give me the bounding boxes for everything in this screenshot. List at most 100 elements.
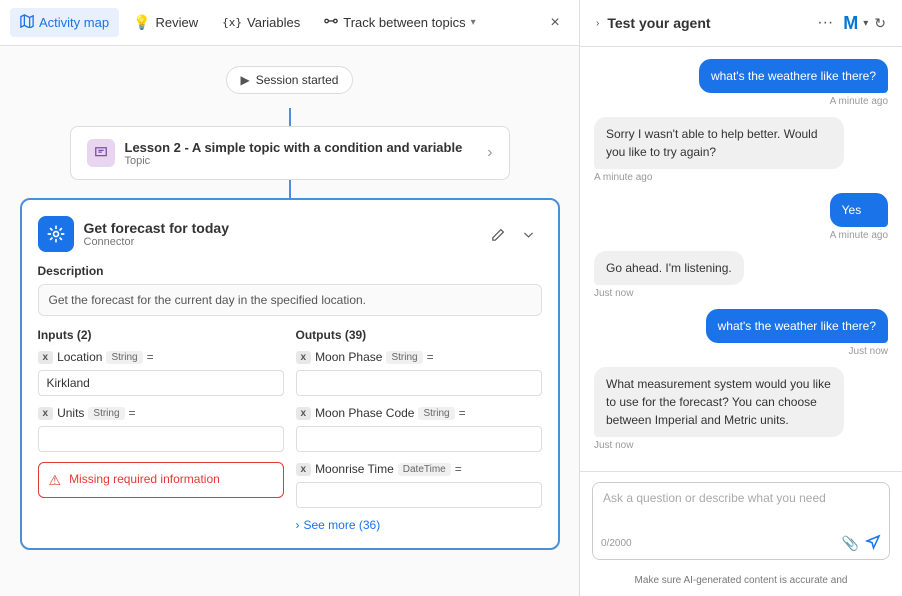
message-4-text: Go ahead. I'm listening. xyxy=(594,251,744,285)
connector-subtitle: Connector xyxy=(84,236,476,248)
description-label: Description xyxy=(38,264,542,278)
message-4-time: Just now xyxy=(594,288,744,299)
units-type: String xyxy=(88,407,124,420)
disclaimer-text: Make sure AI-generated content is accura… xyxy=(580,570,902,596)
message-1: what's the weathere like there? A minute… xyxy=(699,59,888,107)
moonrise-type: DateTime xyxy=(398,463,451,476)
brand-logo: M xyxy=(843,13,857,34)
review-icon: 💡 xyxy=(133,14,150,31)
outputs-col: Outputs (39) x Moon Phase String = x Moo… xyxy=(296,328,542,532)
connector-title-group: Get forecast for today Connector xyxy=(84,220,476,248)
flow-line-1 xyxy=(289,108,291,126)
moon-phase-code-name: Moon Phase Code xyxy=(315,406,414,420)
moon-phase-code-badge: x xyxy=(296,407,312,420)
nav-track-label: Track between topics xyxy=(343,15,465,30)
moonrise-input[interactable] xyxy=(296,482,542,508)
moon-phase-eq: = xyxy=(427,350,434,364)
left-panel: Activity map 💡 Review {x} Variables Trac… xyxy=(0,0,580,596)
more-options-button[interactable]: ··· xyxy=(813,12,837,34)
outputs-header: Outputs (39) xyxy=(296,328,542,342)
track-icon xyxy=(324,14,338,31)
connector-header: Get forecast for today Connector xyxy=(38,216,542,252)
moon-phase-type: String xyxy=(386,351,422,364)
session-started-label: Session started xyxy=(256,73,339,87)
flow-line-2 xyxy=(289,180,291,198)
param-row-location: x Location String = xyxy=(38,350,284,364)
refresh-button[interactable]: ↻ xyxy=(874,15,886,32)
topic-icon xyxy=(87,139,115,167)
topic-block[interactable]: Lesson 2 - A simple topic with a conditi… xyxy=(70,126,510,180)
message-6: What measurement system would you like t… xyxy=(594,367,844,451)
moonrise-eq: = xyxy=(455,462,462,476)
param-row-moon-phase-code: x Moon Phase Code String = xyxy=(296,406,542,420)
connector-block: Get forecast for today Connector Descrip… xyxy=(20,198,560,550)
nav-track-between-topics[interactable]: Track between topics ▾ xyxy=(314,8,485,37)
close-button[interactable]: × xyxy=(541,9,569,37)
nav-activity-map[interactable]: Activity map xyxy=(10,8,119,37)
expand-icon: › xyxy=(596,18,599,29)
message-5-time: Just now xyxy=(706,346,888,357)
nav-activity-map-label: Activity map xyxy=(39,15,109,30)
message-2: Sorry I wasn't able to help better. Woul… xyxy=(594,117,844,183)
error-box: ⚠ Missing required information xyxy=(38,462,284,498)
connector-actions xyxy=(486,221,542,247)
collapse-button[interactable] xyxy=(516,221,542,247)
description-text: Get the forecast for the current day in … xyxy=(38,284,542,316)
message-6-text: What measurement system would you like t… xyxy=(594,367,844,437)
param-row-units: x Units String = xyxy=(38,406,284,420)
brand-chevron-icon[interactable]: ▾ xyxy=(863,18,868,29)
session-started-node: ▶ Session started xyxy=(226,66,354,94)
send-button[interactable] xyxy=(865,534,881,553)
chat-input[interactable] xyxy=(593,483,889,527)
message-2-time: A minute ago xyxy=(594,172,844,183)
units-name: Units xyxy=(57,406,84,420)
message-6-time: Just now xyxy=(594,440,844,451)
chat-input-footer: 0/2000 📎 xyxy=(593,530,889,559)
see-more-label: See more (36) xyxy=(304,518,381,532)
nav-review-label: Review xyxy=(156,15,199,30)
nav-variables[interactable]: {x} Variables xyxy=(212,9,310,36)
chat-input-wrapper: 0/2000 📎 xyxy=(592,482,890,560)
chat-area: what's the weathere like there? A minute… xyxy=(580,47,902,471)
track-chevron-icon: ▾ xyxy=(471,17,476,28)
right-header-actions: ··· M ▾ ↻ xyxy=(813,12,886,34)
right-panel-header: › Test your agent ··· M ▾ ↻ xyxy=(580,0,902,47)
location-badge: x xyxy=(38,351,54,364)
moon-phase-input[interactable] xyxy=(296,370,542,396)
char-count: 0/2000 xyxy=(601,538,632,549)
moon-phase-code-eq: = xyxy=(459,406,466,420)
topic-text: Lesson 2 - A simple topic with a conditi… xyxy=(125,140,463,167)
see-more-chevron-icon: › xyxy=(296,518,300,532)
canvas-area: ▶ Session started Lesson 2 - A simple to… xyxy=(0,46,579,596)
chat-icon-group: 📎 xyxy=(842,534,881,553)
see-more-button[interactable]: › See more (36) xyxy=(296,518,542,532)
moon-phase-code-type: String xyxy=(418,407,454,420)
moon-phase-name: Moon Phase xyxy=(315,350,382,364)
param-row-moonrise-time: x Moonrise Time DateTime = xyxy=(296,462,542,476)
moon-phase-code-input[interactable] xyxy=(296,426,542,452)
variables-icon: {x} xyxy=(222,16,242,29)
map-icon xyxy=(20,14,34,31)
message-4: Go ahead. I'm listening. Just now xyxy=(594,251,744,299)
inputs-col: Inputs (2) x Location String = x Units S… xyxy=(38,328,284,532)
location-name: Location xyxy=(57,350,102,364)
attach-button[interactable]: 📎 xyxy=(842,534,859,553)
edit-button[interactable] xyxy=(486,221,512,247)
topic-left: Lesson 2 - A simple topic with a conditi… xyxy=(87,139,463,167)
message-3-text: Yes xyxy=(830,193,888,227)
location-input[interactable] xyxy=(38,370,284,396)
message-1-text: what's the weathere like there? xyxy=(699,59,888,93)
message-1-time: A minute ago xyxy=(699,96,888,107)
message-2-text: Sorry I wasn't able to help better. Woul… xyxy=(594,117,844,169)
right-panel-title: Test your agent xyxy=(607,15,805,31)
message-5: what's the weather like there? Just now xyxy=(706,309,888,357)
topic-subtitle: Topic xyxy=(125,155,463,167)
nav-review[interactable]: 💡 Review xyxy=(123,8,208,37)
units-input[interactable] xyxy=(38,426,284,452)
right-panel: › Test your agent ··· M ▾ ↻ what's the w… xyxy=(580,0,902,596)
chat-input-area: 0/2000 📎 xyxy=(580,471,902,570)
topic-title: Lesson 2 - A simple topic with a conditi… xyxy=(125,140,463,155)
moon-phase-badge: x xyxy=(296,351,312,364)
units-badge: x xyxy=(38,407,54,420)
moonrise-badge: x xyxy=(296,463,312,476)
